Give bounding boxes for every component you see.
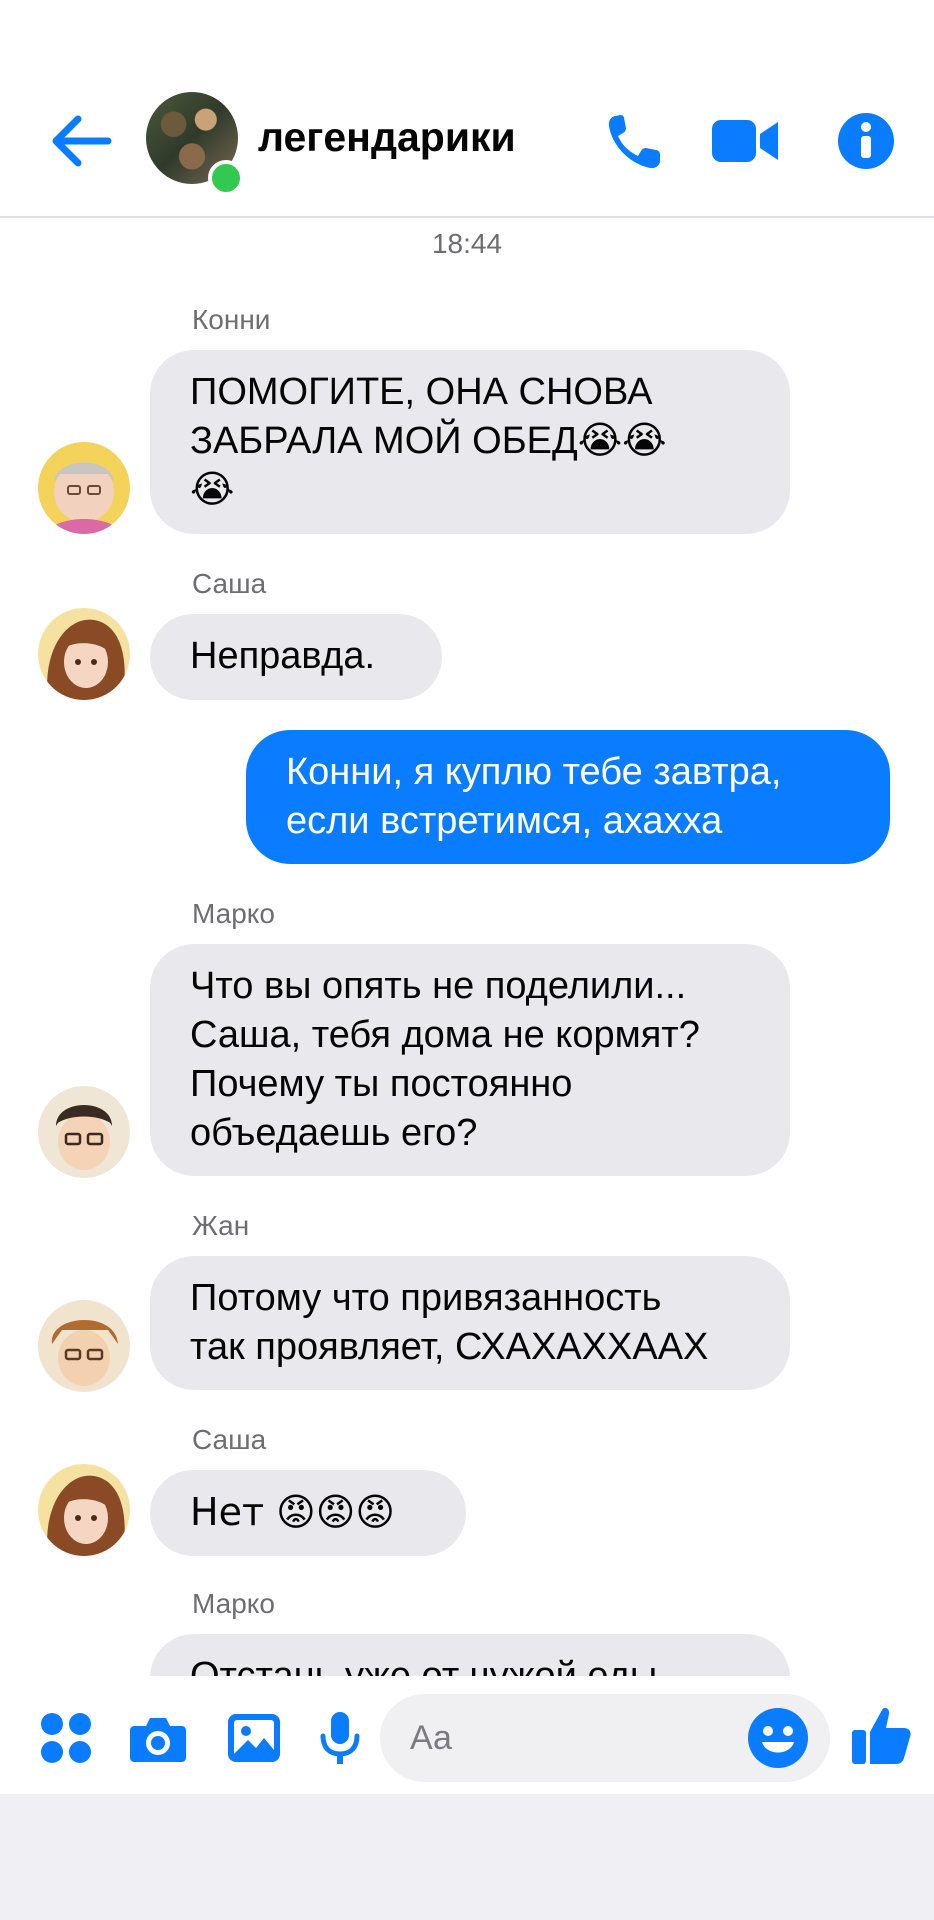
- thumbs-up-icon[interactable]: [848, 1702, 914, 1768]
- avatar-sasha[interactable]: [38, 1464, 130, 1556]
- outgoing-message-bubble[interactable]: Конни, я куплю тебе завтра, если встрети…: [246, 730, 890, 864]
- message-clip: Отстань уже от чужой еды: [0, 1634, 934, 1676]
- sender-name: Марко: [192, 898, 275, 929]
- apps-grid-icon[interactable]: [36, 1708, 96, 1768]
- video-camera-icon[interactable]: [710, 108, 780, 174]
- sender-name: Конни: [192, 304, 271, 335]
- message-bubble[interactable]: Нет 😡😡😡: [150, 1470, 466, 1556]
- avatar-zhan[interactable]: [38, 1300, 130, 1392]
- arrow-left-icon[interactable]: [48, 108, 114, 174]
- gallery-icon[interactable]: [224, 1708, 284, 1768]
- message-bubble[interactable]: Потому что привязанность так проявляет, …: [150, 1256, 790, 1390]
- sender-name: Марко: [192, 1588, 275, 1619]
- message-bubble[interactable]: Отстань уже от чужой еды: [150, 1634, 790, 1676]
- emoji-icon[interactable]: [746, 1706, 810, 1770]
- message-bubble[interactable]: Что вы опять не поделили... Саша, тебя д…: [150, 944, 790, 1176]
- online-status-indicator: [208, 160, 244, 196]
- avatar-marko[interactable]: [38, 1086, 130, 1178]
- camera-icon[interactable]: [128, 1708, 188, 1768]
- system-navigation-area: [0, 1794, 934, 1920]
- message-bubble[interactable]: ПОМОГИТЕ, ОНА СНОВА ЗАБРАЛА МОЙ ОБЕД😭😭 😭: [150, 350, 790, 534]
- message-timestamp: 18:44: [431, 228, 503, 259]
- avatar-konni[interactable]: [38, 442, 130, 534]
- message-bubble[interactable]: Неправда.: [150, 614, 442, 700]
- info-icon[interactable]: [836, 108, 906, 174]
- chat-title[interactable]: легендарики: [258, 114, 516, 161]
- sender-name: Жан: [192, 1210, 250, 1241]
- chat-header: легендарики: [0, 0, 934, 218]
- sender-name: Саша: [192, 1424, 267, 1455]
- avatar-sasha[interactable]: [38, 608, 130, 700]
- phone-icon[interactable]: [602, 108, 672, 174]
- sender-name: Саша: [192, 568, 267, 599]
- microphone-icon[interactable]: [310, 1708, 370, 1768]
